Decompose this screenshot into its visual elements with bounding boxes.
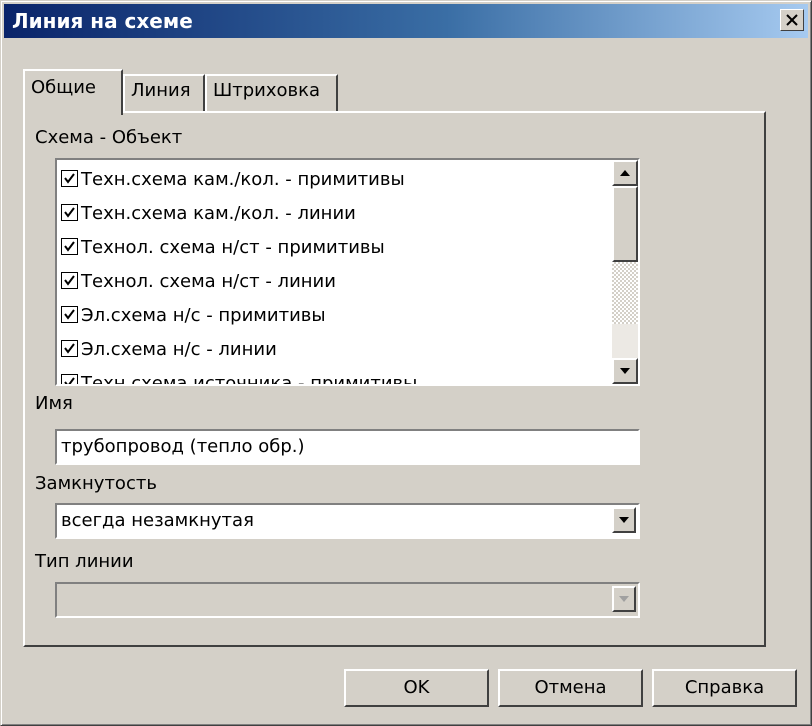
close-button[interactable] [780, 9, 804, 31]
line-type-dropdown-button[interactable] [612, 586, 636, 612]
chevron-down-icon [619, 517, 629, 523]
checkmark-icon [64, 274, 75, 286]
scheme-object-list[interactable]: Техн.схема кам./кол. - примитивы Техн.сх… [55, 158, 640, 386]
checkmark-icon [64, 206, 75, 218]
checkbox[interactable] [61, 271, 78, 289]
scroll-down-button[interactable] [612, 358, 638, 384]
checkmark-icon [64, 240, 75, 252]
checkbox[interactable] [61, 305, 78, 323]
scheme-object-label: Схема - Объект [35, 127, 183, 148]
checkmark-icon [64, 342, 75, 354]
tab-hatching-label: Штриховка [213, 80, 321, 101]
list-item-label: Эл.схема н/с - линии [81, 339, 277, 360]
line-type-select[interactable] [55, 582, 640, 618]
tab-panel-general: Схема - Объект Техн.схема кам./кол. - пр… [23, 111, 766, 647]
closure-dropdown-button[interactable] [612, 507, 636, 533]
checkmark-icon [64, 376, 75, 384]
tab-general[interactable]: Общие [23, 69, 123, 115]
tab-line[interactable]: Линия [123, 74, 205, 112]
arrow-up-icon [620, 170, 630, 176]
list-item[interactable]: Технол. схема н/ст - примитивы [61, 231, 385, 265]
closure-select[interactable]: всегда незамкнутая [55, 503, 640, 539]
close-icon [786, 14, 798, 26]
list-item-label: Эл.схема н/с - примитивы [81, 305, 326, 326]
list-item-label: Технол. схема н/ст - линии [81, 271, 336, 292]
scroll-track[interactable] [612, 262, 638, 324]
cancel-button[interactable]: Отмена [498, 669, 643, 707]
tab-general-label: Общие [31, 77, 96, 98]
list-item[interactable]: Техн.схема кам./кол. - линии [61, 197, 356, 231]
checkbox[interactable] [61, 339, 78, 357]
checkbox[interactable] [61, 237, 78, 255]
name-label: Имя [35, 393, 73, 414]
list-item[interactable]: Технол. схема н/ст - линии [61, 265, 336, 299]
list-item[interactable]: Эл.схема н/с - примитивы [61, 299, 326, 333]
list-item-label: Техн.схема источника - примитивы [81, 373, 418, 386]
checkbox[interactable] [61, 203, 78, 221]
list-item[interactable]: Техн.схема кам./кол. - примитивы [61, 163, 405, 197]
window-title: Линия на схеме [12, 9, 193, 33]
list-item-label: Технол. схема н/ст - примитивы [81, 237, 385, 258]
checkbox[interactable] [61, 169, 78, 187]
scroll-up-button[interactable] [612, 160, 638, 186]
closure-label: Замкнутость [35, 473, 157, 494]
name-field[interactable]: трубопровод (тепло обр.) [55, 429, 640, 465]
chevron-down-icon [619, 596, 629, 602]
line-type-label: Тип линии [35, 551, 134, 572]
tab-hatching[interactable]: Штриховка [205, 74, 338, 112]
arrow-down-icon [620, 368, 630, 374]
list-item-label: Техн.схема кам./кол. - линии [81, 203, 356, 224]
closure-select-value: всегда незамкнутая [61, 510, 254, 531]
checkbox[interactable] [61, 373, 78, 384]
list-item-label: Техн.схема кам./кол. - примитивы [81, 169, 405, 190]
scroll-thumb[interactable] [612, 186, 638, 262]
vertical-scrollbar[interactable] [612, 160, 638, 384]
list-item[interactable]: Эл.схема н/с - линии [61, 333, 277, 367]
ok-button[interactable]: OK [344, 669, 489, 707]
list-item[interactable]: Техн.схема источника - примитивы [61, 367, 418, 386]
checkmark-icon [64, 308, 75, 320]
dialog-window: Линия на схеме Общие Линия Штриховка Схе… [0, 0, 812, 726]
name-field-value: трубопровод (тепло обр.) [61, 436, 305, 457]
help-button[interactable]: Справка [652, 669, 797, 707]
checkmark-icon [64, 172, 75, 184]
tab-line-label: Линия [131, 80, 191, 101]
title-bar[interactable]: Линия на схеме [4, 4, 808, 38]
